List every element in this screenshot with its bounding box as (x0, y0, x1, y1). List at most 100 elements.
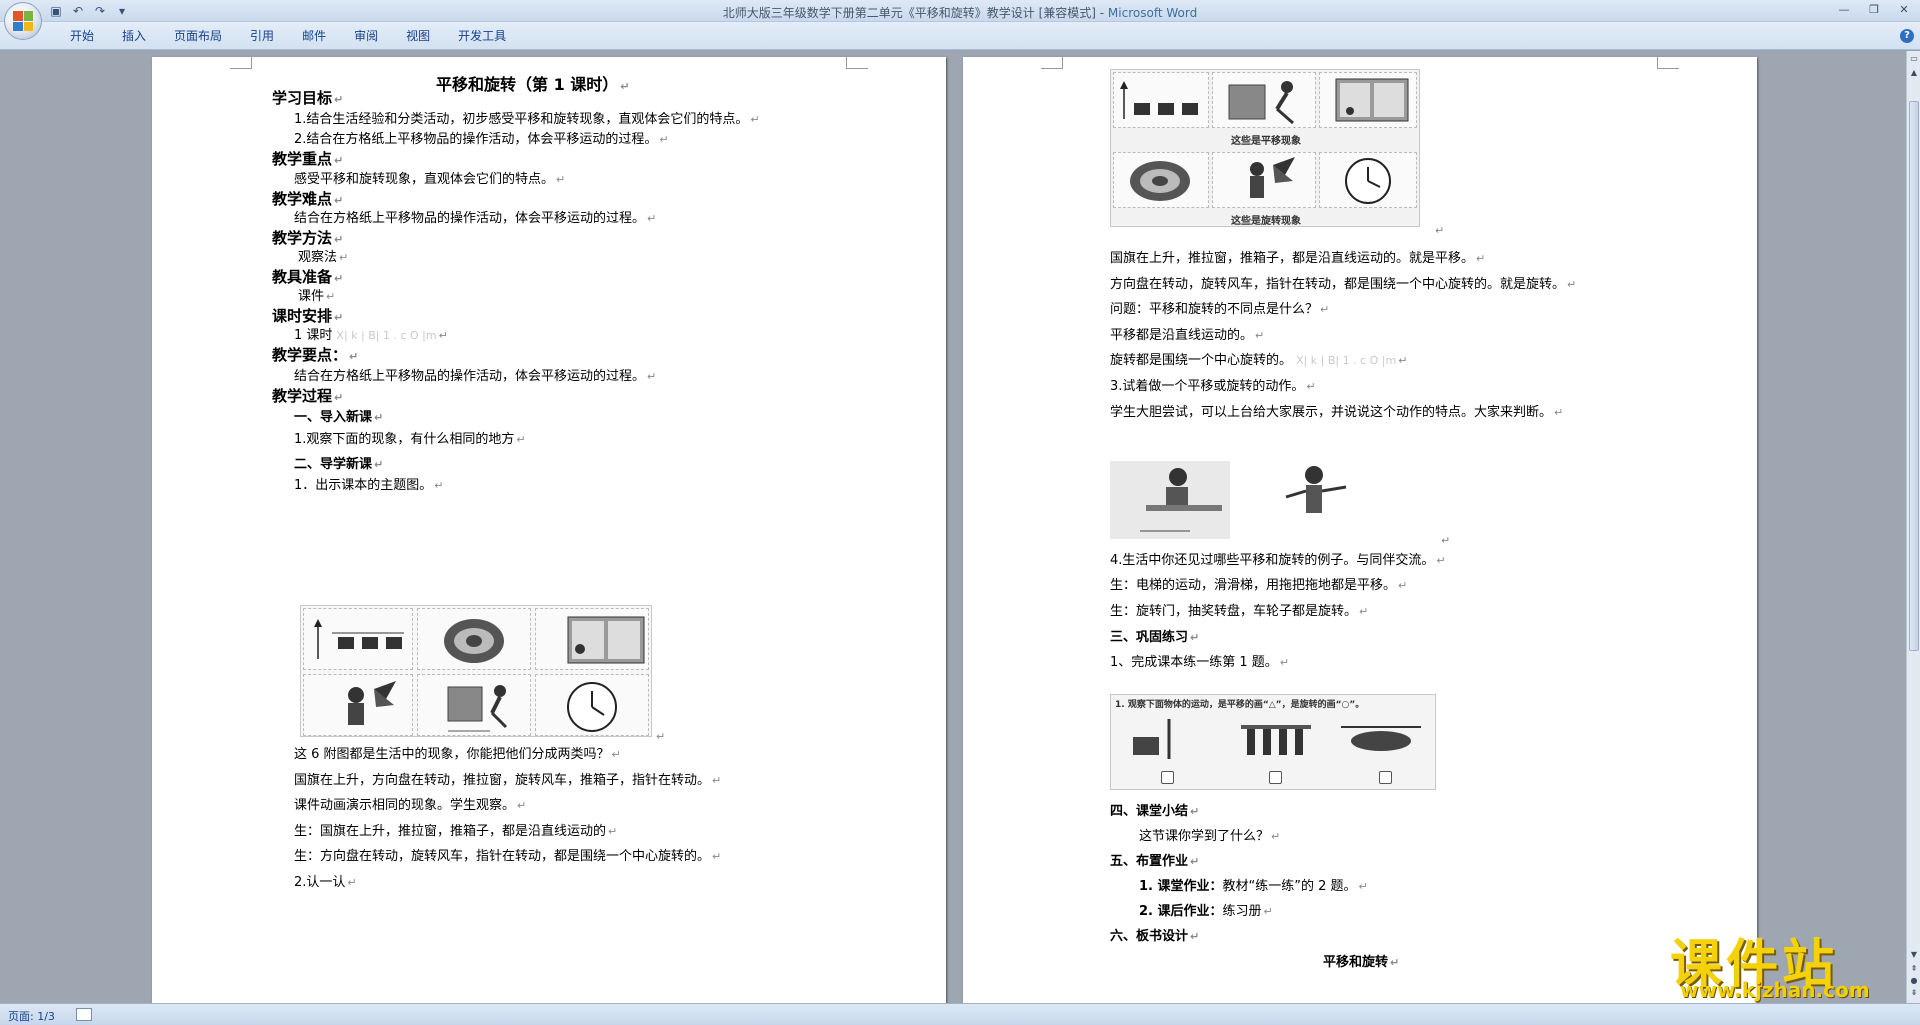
text-line: 平移和旋转 ↵ (1323, 955, 1400, 970)
text-content: 观察法 (298, 250, 338, 265)
translation-rotation-figure: 这些是平移现象 这些是旋转现象 (1110, 69, 1420, 227)
paragraph-mark: ↵ (656, 730, 666, 743)
tab-1[interactable]: 插入 (108, 28, 160, 44)
theme-figure (300, 605, 652, 737)
text-content: 课时安排 (272, 307, 333, 325)
text-line: 教学过程 ↵ (272, 387, 344, 405)
text-line: 这 6 附图都是生活中的现象，你能把他们分成两类吗？ ↵ (294, 747, 621, 762)
text-line: 旋转都是围绕一个中心旋转的。 X| k | B| 1 . c O |m ↵ (1110, 353, 1408, 368)
scroll-up-icon[interactable]: ▲ (1908, 67, 1920, 79)
text-content: 四、课堂小结 (1110, 804, 1189, 819)
text-line: 课件动画演示相同的现象。学生观察。 ↵ (294, 798, 527, 813)
vertical-scrollbar[interactable]: ▭ ▲ ▼ ⇞ ● ⇟ (1906, 51, 1920, 1003)
sliding-window-image (535, 608, 649, 670)
text-content: 课件动画演示相同的现象。学生观察。 (294, 798, 516, 813)
ribbon: 开始 插入 页面布局 引用 邮件 审阅 视图 开发工具 ? (0, 22, 1920, 50)
paragraph-mark: ↵ (1441, 534, 1451, 547)
text-content: 教学重点 (272, 150, 333, 168)
exercise-answer-box-2[interactable] (1269, 771, 1282, 784)
student-pushing-image (1110, 461, 1230, 539)
flag-rising-image (303, 608, 413, 670)
window-title: 北师大版三年级数学下册第二单元《平移和旋转》教学设计 [兼容模式] - Micr… (0, 4, 1920, 21)
document-title: 北师大版三年级数学下册第二单元《平移和旋转》教学设计 [兼容模式] - (722, 6, 1108, 20)
office-logo-icon (13, 11, 33, 31)
help-icon[interactable]: ? (1900, 29, 1914, 43)
flag-rising-image (1113, 72, 1209, 128)
scroll-thumb[interactable] (1909, 101, 1919, 651)
text-line: 2.认一认 ↵ (294, 875, 357, 890)
text-content: 结合在方格纸上平移物品的操作活动，体会平移运动的过程。 (294, 369, 646, 384)
text-line: 四、课堂小结 ↵ (1110, 804, 1200, 819)
text-line: 课时安排 ↵ (272, 307, 344, 325)
restore-icon[interactable]: ❐ (1866, 2, 1882, 18)
text-content: 结合在方格纸上平移物品的操作活动，体会平移运动的过程。 (294, 211, 646, 226)
text-content: 课件 (298, 289, 325, 304)
ruler-toggle-icon[interactable]: ▭ (1908, 53, 1920, 65)
text-line: 生：方向盘在转动，旋转风车，指针在转动，都是围绕一个中心旋转的。 ↵ (294, 849, 722, 864)
page-indicator[interactable]: 页面: 1/3 (8, 1008, 55, 1024)
text-content: 1.观察下面的现象，有什么相同的地方 (294, 432, 515, 447)
steering-wheel-image (417, 608, 531, 670)
text-line: 1、完成课本练一练第 1 题。 ↵ (1110, 655, 1290, 670)
text-content: 学习目标 (272, 89, 333, 107)
close-icon[interactable]: ✕ (1896, 2, 1912, 18)
clock-image (535, 674, 649, 736)
text-line: 1. 课堂作业：教材“练一练”的 2 题。 ↵ (1139, 879, 1368, 894)
text-content: 1. 课堂作业：教材“练一练”的 2 题。 (1139, 879, 1357, 894)
text-line: 方向盘在转动，旋转风车，指针在转动，都是围绕一个中心旋转的。就是旋转。 ↵ (1110, 277, 1577, 292)
page-1[interactable]: 平移和旋转（第 1 课时） ↵ 学习目标 ↵ 1.结合生活经验和分类活动，初步感受平移… (152, 57, 946, 1003)
text-line: 国旗在上升，推拉窗，推箱子，都是沿直线运动的。就是平移。 ↵ (1110, 251, 1486, 266)
text-content: 1 课时 (294, 328, 333, 343)
page-corner-mark (846, 57, 868, 69)
text-line: 这节课你学到了什么？ ↵ (1139, 829, 1281, 844)
watermark-text: X| k | B| 1 . c O |m (336, 329, 437, 342)
windmill-boy-image (303, 674, 413, 736)
paragraph-mark: ↵ (1435, 224, 1445, 237)
text-line: 学生大胆尝试，可以上台给大家展示，并说说这个动作的特点。大家来判断。 ↵ (1110, 405, 1564, 420)
text-line: 教学要点： ↵ (272, 346, 359, 364)
minimize-icon[interactable]: — (1836, 2, 1852, 18)
text-content: 生：旋转门，抽奖转盘，车轮子都是旋转。 (1110, 604, 1358, 619)
exercise-answer-box-3[interactable] (1379, 771, 1392, 784)
clock-image (1319, 152, 1417, 208)
tab-7[interactable]: 开发工具 (444, 28, 520, 44)
text-line: 教学方法 ↵ (272, 229, 344, 247)
action-figure (1110, 461, 1368, 539)
tab-3[interactable]: 引用 (236, 28, 288, 44)
text-line: 观察法 ↵ (298, 250, 349, 265)
document-workspace[interactable]: 平移和旋转（第 1 课时） ↵ 学习目标 ↵ 1.结合生活经验和分类活动，初步感受平移… (0, 51, 1906, 1003)
tab-6[interactable]: 视图 (392, 28, 444, 44)
exercise-answer-box-1[interactable] (1161, 771, 1174, 784)
text-content: 六、板书设计 (1110, 929, 1189, 944)
page-corner-mark (230, 57, 252, 69)
translation-caption: 这些是平移现象 (1231, 136, 1301, 147)
tab-5[interactable]: 审阅 (340, 28, 392, 44)
office-button[interactable] (4, 2, 42, 40)
text-line: 教学难点 ↵ (272, 190, 344, 208)
text-content: 教学要点： (272, 346, 348, 364)
text-content: 国旗在上升，推拉窗，推箱子，都是沿直线运动的。就是平移。 (1110, 251, 1475, 266)
text-content: 二、导学新课 (294, 457, 373, 472)
student-rotating-image (1280, 461, 1360, 539)
text-content: 三、巩固练习 (1110, 630, 1189, 645)
text-line: 4.生活中你还见过哪些平移和旋转的例子。与同伴交流。 ↵ (1110, 553, 1446, 568)
text-line: 学习目标 ↵ (272, 89, 344, 107)
page-2[interactable]: 这些是平移现象 这些是旋转现象 ↵ 国旗在上升，推拉窗，推箱子，都是沿直线运动的… (963, 57, 1757, 1003)
text-line: 1.结合生活经验和分类活动，初步感受平移和旋转现象，直观体会它们的特点。 ↵ (294, 112, 760, 127)
tab-4[interactable]: 邮件 (288, 28, 340, 44)
pushing-box-image (417, 674, 531, 736)
text-content: 4.生活中你还见过哪些平移和旋转的例子。与同伴交流。 (1110, 553, 1435, 568)
proofing-status-icon[interactable] (76, 1008, 92, 1021)
exercise-caption: 1. 观察下面物体的运动，是平移的画“△”，是旋转的画“○”。 (1115, 700, 1365, 710)
tab-2[interactable]: 页面布局 (160, 28, 236, 44)
text-content: 1．出示课本的主题图。 (294, 478, 433, 493)
text-content: 这 6 附图都是生活中的现象，你能把他们分成两类吗？ (294, 747, 610, 762)
exercise-figure: 1. 观察下面物体的运动，是平移的画“△”，是旋转的画“○”。 (1110, 694, 1436, 790)
text-content: 方向盘在转动，旋转风车，指针在转动，都是围绕一个中心旋转的。就是旋转。 (1110, 277, 1566, 292)
page-corner-mark (1041, 57, 1063, 69)
text-content: 2.结合在方格纸上平移物品的操作活动，体会平移运动的过程。 (294, 132, 658, 147)
rotation-caption: 这些是旋转现象 (1231, 216, 1301, 227)
text-line: 二、导学新课 ↵ (294, 457, 384, 472)
text-content: 2.认一认 (294, 875, 346, 890)
tab-0[interactable]: 开始 (56, 28, 108, 44)
